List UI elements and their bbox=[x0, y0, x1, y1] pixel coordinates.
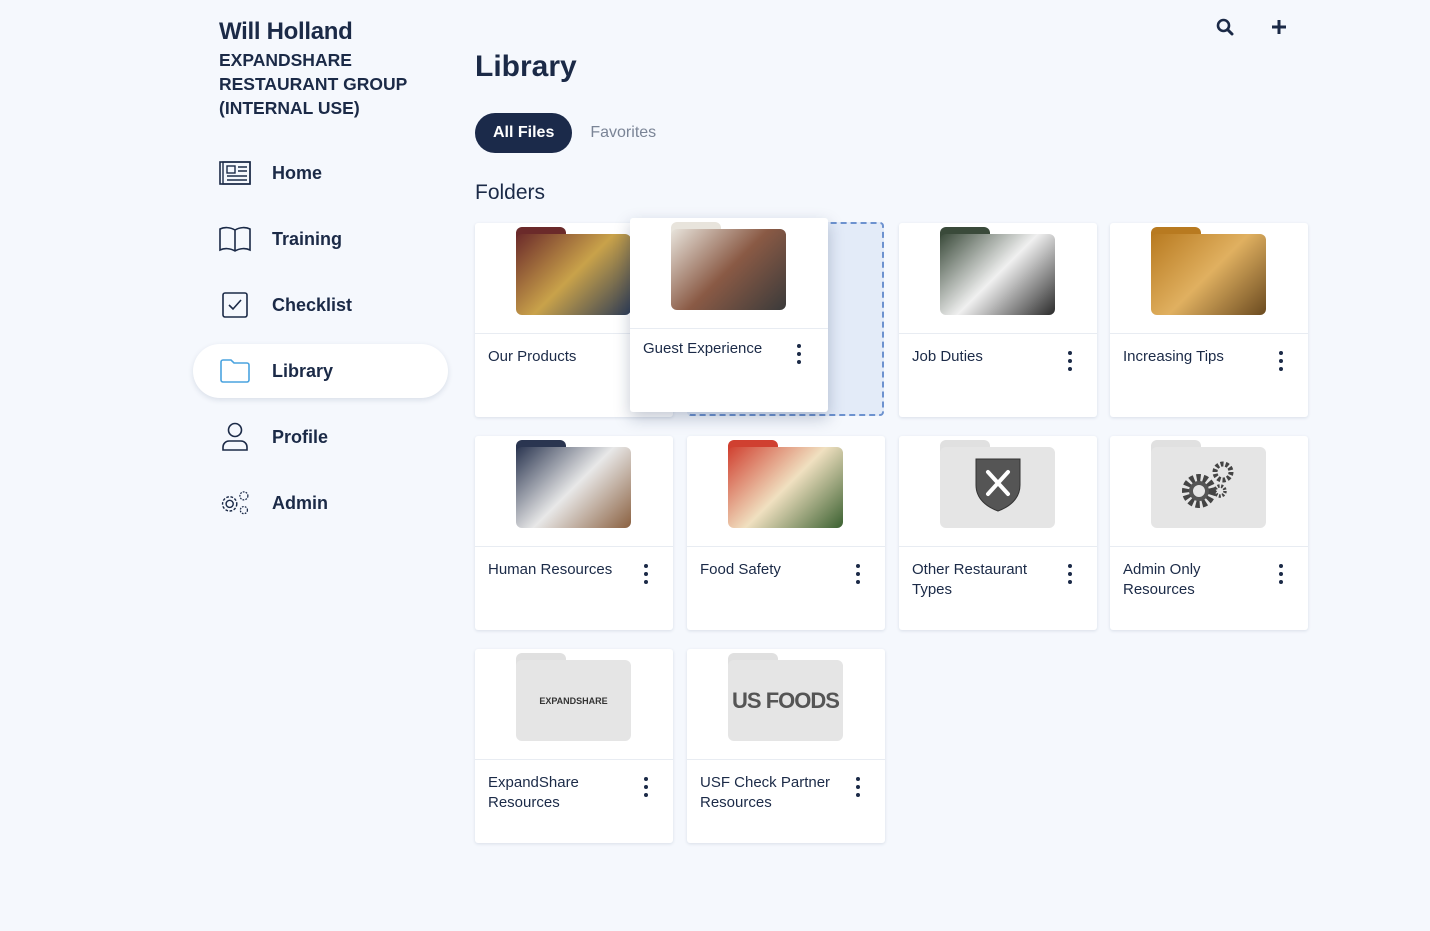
sidebar-item-admin[interactable]: Admin bbox=[193, 476, 448, 530]
more-options-icon[interactable] bbox=[1065, 564, 1075, 584]
gears-icon bbox=[1179, 459, 1239, 516]
folder-thumbnail-image bbox=[516, 234, 631, 315]
folder-title: Food Safety bbox=[700, 561, 781, 578]
sidebar-item-label: Training bbox=[272, 228, 343, 249]
folder-title: Human Resources bbox=[488, 561, 613, 578]
folder-card-guest-experience[interactable]: Guest Experience bbox=[630, 218, 828, 412]
organization-name: EXPANDSHARE RESTAURANT GROUP (INTERNAL U… bbox=[219, 50, 407, 118]
folder-title: Job Duties bbox=[912, 348, 983, 365]
folder-thumbnail-area bbox=[630, 218, 828, 329]
folder-thumbnail-area bbox=[899, 436, 1097, 547]
folder-thumbnail-area: EXPANDSHARE bbox=[475, 649, 673, 760]
folder-title: Our Products bbox=[488, 348, 577, 365]
folder-title: Admin Only Resources bbox=[1123, 561, 1201, 598]
folder-thumbnail bbox=[1151, 447, 1266, 528]
folder-thumbnail: US FOODS bbox=[728, 660, 843, 741]
folder-title: USF Check Partner Resources bbox=[700, 774, 831, 811]
page-title: Library bbox=[475, 50, 577, 83]
folder-thumbnail bbox=[940, 447, 1055, 528]
tab-favorites[interactable]: Favorites bbox=[572, 113, 674, 153]
more-options-icon[interactable] bbox=[1276, 564, 1286, 584]
folder-icon bbox=[219, 355, 251, 387]
more-options-icon[interactable] bbox=[1276, 351, 1286, 371]
folder-thumbnail-image bbox=[940, 234, 1055, 315]
more-options-icon[interactable] bbox=[794, 344, 804, 364]
folder-thumbnail-area bbox=[1110, 436, 1308, 547]
user-icon bbox=[219, 421, 251, 453]
section-title: Folders bbox=[475, 181, 546, 204]
library-tabs: All Files Favorites bbox=[475, 113, 674, 153]
header-actions bbox=[1214, 16, 1290, 38]
folder-card-usf-check-partner-resources[interactable]: US FOODS USF Check Partner Resources bbox=[687, 649, 885, 843]
folder-card-job-duties[interactable]: Job Duties bbox=[899, 223, 1097, 417]
tab-all-files[interactable]: All Files bbox=[475, 113, 573, 153]
folder-card-human-resources[interactable]: Human Resources bbox=[475, 436, 673, 630]
folder-thumbnail-image bbox=[516, 447, 631, 528]
sidebar-item-label: Admin bbox=[272, 492, 328, 513]
more-options-icon[interactable] bbox=[853, 564, 863, 584]
logo: EXPANDSHARE bbox=[539, 695, 608, 706]
sidebar-item-library[interactable]: Library bbox=[193, 344, 448, 398]
folder-title: Other Restaurant Types bbox=[912, 561, 1028, 598]
folder-thumbnail: EXPANDSHARE bbox=[516, 660, 631, 741]
sidebar-item-checklist[interactable]: Checklist bbox=[193, 278, 448, 332]
more-options-icon[interactable] bbox=[641, 564, 651, 584]
folder-card-expandshare-resources[interactable]: EXPANDSHARE ExpandShare Resources bbox=[475, 649, 673, 843]
folder-thumbnail-area bbox=[899, 223, 1097, 334]
folder-title: Guest Experience bbox=[643, 340, 763, 357]
newspaper-icon bbox=[219, 157, 251, 189]
folder-card-food-safety[interactable]: Food Safety bbox=[687, 436, 885, 630]
folder-card-increasing-tips[interactable]: Increasing Tips bbox=[1110, 223, 1308, 417]
more-options-icon[interactable] bbox=[641, 777, 651, 797]
utensils-shield-icon bbox=[975, 458, 1021, 517]
logo: US FOODS bbox=[732, 687, 840, 713]
user-info: Will Holland EXPANDSHARE RESTAURANT GROU… bbox=[219, 18, 419, 120]
book-icon bbox=[219, 223, 251, 255]
gears-icon bbox=[219, 487, 251, 519]
sidebar-nav: Home Training Checklist Library Profile Admin bbox=[193, 146, 448, 542]
checkbox-icon bbox=[219, 289, 251, 321]
sidebar-item-label: Profile bbox=[272, 426, 329, 447]
folder-thumbnail-area bbox=[687, 436, 885, 547]
more-options-icon[interactable] bbox=[853, 777, 863, 797]
folder-thumbnail-area bbox=[475, 436, 673, 547]
sidebar-item-home[interactable]: Home bbox=[193, 146, 448, 200]
user-name: Will Holland bbox=[219, 18, 353, 45]
folder-thumbnail-image bbox=[728, 447, 843, 528]
folder-title: Increasing Tips bbox=[1123, 348, 1224, 365]
folder-thumbnail-image bbox=[1151, 234, 1266, 315]
plus-icon[interactable] bbox=[1268, 16, 1290, 38]
more-options-icon[interactable] bbox=[1065, 351, 1075, 371]
sidebar-item-label: Home bbox=[272, 162, 323, 183]
sidebar-item-label: Library bbox=[272, 360, 334, 381]
folder-title: ExpandShare Resources bbox=[488, 774, 579, 811]
search-icon[interactable] bbox=[1214, 16, 1236, 38]
sidebar-item-profile[interactable]: Profile bbox=[193, 410, 448, 464]
folder-card-other-restaurant-types[interactable]: Other Restaurant Types bbox=[899, 436, 1097, 630]
folder-card-admin-only-resources[interactable]: Admin Only Resources bbox=[1110, 436, 1308, 630]
folder-thumbnail-area: US FOODS bbox=[687, 649, 885, 760]
sidebar-item-label: Checklist bbox=[272, 294, 353, 315]
folder-thumbnail-image bbox=[671, 229, 786, 310]
folder-thumbnail-area bbox=[1110, 223, 1308, 334]
sidebar-item-training[interactable]: Training bbox=[193, 212, 448, 266]
